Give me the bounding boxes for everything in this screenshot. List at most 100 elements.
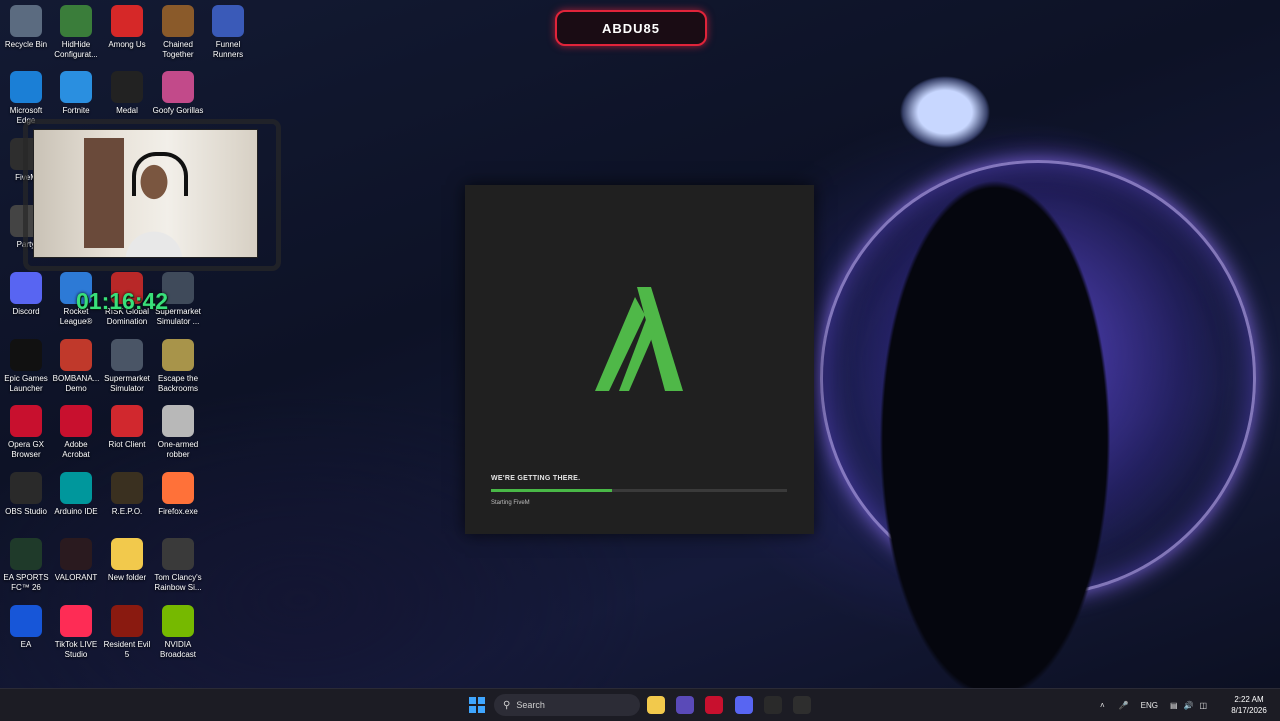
desktop-icon-discord[interactable]: Discord — [0, 272, 52, 317]
opera-gx-icon — [10, 405, 42, 437]
desktop-icon-opera-gx[interactable]: Opera GX Browser — [0, 405, 52, 460]
desktop-icon-label: Firefox.exe — [158, 507, 198, 516]
clock-date: 8/17/2026 — [1231, 706, 1267, 715]
desktop-icon-resident-evil[interactable]: Resident Evil 5 — [101, 605, 153, 660]
taskbar: ⚲ Search ˄ 🎤 ENG ▤ 🔊 ◫ 2:22 AM 8/17/2026 — [0, 688, 1280, 721]
desktop-icon-epic-games[interactable]: Epic Games Launcher — [0, 339, 52, 394]
desktop-icon-label: Goofy Gorillas — [152, 106, 204, 115]
chained-together-icon — [162, 5, 194, 37]
desktop-icon-label: NVIDIA Broadcast — [159, 640, 197, 659]
desktop-icon-tiktok[interactable]: TikTok LIVE Studio — [50, 605, 102, 660]
desktop-icon-nvidia[interactable]: NVIDIA Broadcast — [152, 605, 204, 660]
show-hidden-icons-chevron-icon[interactable]: ˄ — [1100, 701, 1105, 710]
bombana-icon — [60, 339, 92, 371]
fortnite-icon — [60, 71, 92, 103]
fivem-splash-window: WE'RE GETTING THERE. Starting FiveM — [465, 185, 814, 534]
fivem-logo-icon — [595, 287, 683, 391]
epic-games-icon — [10, 339, 42, 371]
battery-icon[interactable]: ◫ — [1200, 701, 1208, 710]
desktop-icon-riot-client[interactable]: Riot Client — [101, 405, 153, 450]
taskbar-search-box[interactable]: ⚲ Search — [494, 694, 640, 716]
desktop-icon-label: New folder — [107, 573, 147, 582]
hidhide-icon — [60, 5, 92, 37]
desktop-icon-escape-backrooms[interactable]: Escape the Backrooms — [152, 339, 204, 394]
desktop-icon-arduino[interactable]: Arduino IDE — [50, 472, 102, 517]
desktop-icon-ea[interactable]: EA — [0, 605, 52, 650]
edge-icon — [10, 71, 42, 103]
wallpaper-character — [830, 60, 1160, 688]
desktop-icon-adobe-acrobat[interactable]: Adobe Acrobat — [50, 405, 102, 460]
desktop-icon-repo[interactable]: R.E.P.O. — [101, 472, 153, 517]
taskbar-app-discord-icon[interactable] — [735, 696, 753, 714]
nvidia-icon — [162, 605, 194, 637]
start-button[interactable] — [469, 697, 485, 713]
taskbar-app-file-explorer-icon[interactable] — [647, 696, 665, 714]
resident-evil-icon — [111, 605, 143, 637]
desktop-icon-funnel-runners[interactable]: Funnel Runners — [202, 5, 254, 60]
desktop-icon-recycle-bin[interactable]: Recycle Bin — [0, 5, 52, 50]
desktop-icon-one-armed-robber[interactable]: One-armed robber — [152, 405, 204, 460]
medal-icon — [111, 71, 143, 103]
desktop-icon-label: Fortnite — [62, 106, 90, 115]
desktop-icon-bombana[interactable]: BOMBANA... Demo — [50, 339, 102, 394]
desktop-icon-label: Microsoft Edge — [9, 106, 43, 125]
desktop-icon-folder[interactable]: New folder — [101, 538, 153, 583]
desktop-icon-label: Supermarket Simulator — [104, 374, 150, 393]
valorant-icon — [60, 538, 92, 570]
desktop-icon-label: VALORANT — [54, 573, 98, 582]
search-placeholder: Search — [516, 700, 545, 710]
loading-progress-bar — [491, 489, 787, 492]
supermarket-simulator-2-icon — [111, 339, 143, 371]
desktop-icon-ea-fc[interactable]: EA SPORTS FC™ 26 — [0, 538, 52, 593]
firefox-icon — [162, 472, 194, 504]
desktop-icon-label: TikTok LIVE Studio — [54, 640, 98, 659]
windows-logo-tile — [478, 697, 485, 704]
loading-status-detail: Starting FiveM — [491, 500, 530, 506]
webcam-overlay — [33, 129, 258, 258]
desktop-icon-supermarket-simulator-2[interactable]: Supermarket Simulator — [101, 339, 153, 394]
desktop-icon-label: Resident Evil 5 — [103, 640, 151, 659]
taskbar-app-steam-icon[interactable] — [764, 696, 782, 714]
clock-time: 2:22 AM — [1234, 695, 1264, 704]
volume-icon[interactable]: 🔊 — [1184, 701, 1194, 710]
desktop-icon-label: EA — [20, 640, 32, 649]
language-indicator[interactable]: ENG — [1141, 701, 1158, 710]
rainbow-six-icon — [162, 538, 194, 570]
taskbar-app-fivem-icon[interactable] — [793, 696, 811, 714]
desktop-icon-label: Tom Clancy's Rainbow Si... — [154, 573, 202, 592]
ea-icon — [10, 605, 42, 637]
taskbar-app-opera-gx-icon[interactable] — [705, 696, 723, 714]
desktop-icon-fortnite[interactable]: Fortnite — [50, 71, 102, 116]
desktop-icon-obs[interactable]: OBS Studio — [0, 472, 52, 517]
desktop-icon-among-us[interactable]: Among Us — [101, 5, 153, 50]
windows-logo-tile — [469, 697, 476, 704]
windows-logo-tile — [469, 706, 476, 713]
desktop-icon-label: Arduino IDE — [54, 507, 98, 516]
wallpaper-character-hair — [885, 60, 1005, 160]
network-icon[interactable]: ▤ — [1170, 701, 1178, 710]
microphone-icon[interactable]: 🎤 — [1119, 701, 1129, 710]
desktop-icon-label: Escape the Backrooms — [157, 374, 199, 393]
riot-client-icon — [111, 405, 143, 437]
desktop-icon-chained-together[interactable]: Chained Together — [152, 5, 204, 60]
taskbar-clock[interactable]: 2:22 AM 8/17/2026 — [1224, 694, 1274, 716]
desktop-icon-label: Chained Together — [162, 40, 194, 59]
arduino-icon — [60, 472, 92, 504]
desktop-icon-hidhide[interactable]: HidHide Configurat... — [50, 5, 102, 60]
desktop-icon-valorant[interactable]: VALORANT — [50, 538, 102, 583]
among-us-icon — [111, 5, 143, 37]
desktop-icon-edge[interactable]: Microsoft Edge — [0, 71, 52, 126]
desktop-icon-goofy-gorillas[interactable]: Goofy Gorillas — [152, 71, 204, 116]
desktop-icon-label: Epic Games Launcher — [4, 374, 48, 393]
desktop-icon-label: R.E.P.O. — [111, 507, 143, 516]
desktop-icon-medal[interactable]: Medal — [101, 71, 153, 116]
taskbar-app-app-icon[interactable] — [676, 696, 694, 714]
desktop-icon-label: Among Us — [108, 40, 146, 49]
loading-status-title: WE'RE GETTING THERE. — [491, 475, 581, 482]
desktop-icon-rainbow-six[interactable]: Tom Clancy's Rainbow Si... — [152, 538, 204, 593]
discord-icon — [10, 272, 42, 304]
desktop-icon-firefox[interactable]: Firefox.exe — [152, 472, 204, 517]
headset-icon — [132, 152, 188, 196]
desktop-icon-label: OBS Studio — [5, 507, 47, 516]
tiktok-icon — [60, 605, 92, 637]
